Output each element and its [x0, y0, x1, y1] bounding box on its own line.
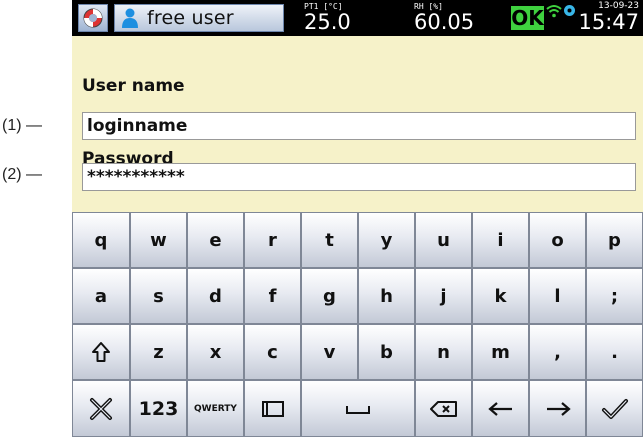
password-input[interactable]: ***********	[82, 163, 636, 191]
device-screen: free user PT1 [°C] 25.0 RH [%] 60.05 OK …	[72, 0, 643, 437]
rh-readout: RH [%] 60.05	[414, 2, 474, 33]
time-label: 15:47	[578, 10, 639, 34]
key-d[interactable]: d	[187, 268, 244, 324]
key-k[interactable]: k	[472, 268, 529, 324]
key-comma[interactable]: ,	[529, 324, 586, 380]
key-v[interactable]: v	[301, 324, 358, 380]
key-p[interactable]: p	[586, 212, 643, 268]
callout-2: (2) —	[2, 166, 42, 184]
arrow-right-icon	[546, 401, 571, 416]
shift-icon	[92, 342, 110, 362]
key-o[interactable]: o	[529, 212, 586, 268]
key-f[interactable]: f	[244, 268, 301, 324]
lifebuoy-icon	[83, 8, 103, 28]
gear-icon	[564, 5, 575, 16]
wifi-icon	[546, 5, 562, 18]
checkmark-icon	[601, 398, 628, 419]
username-input[interactable]: loginname	[82, 112, 636, 140]
arrow-left-icon	[487, 401, 512, 416]
key-period[interactable]: .	[586, 324, 643, 380]
layout-key[interactable]: QWERTY	[187, 380, 244, 437]
home-button[interactable]	[78, 4, 108, 32]
key-n[interactable]: n	[415, 324, 472, 380]
key-i[interactable]: i	[472, 212, 529, 268]
cursor-right-key[interactable]	[529, 380, 586, 437]
key-h[interactable]: h	[358, 268, 415, 324]
key-e[interactable]: e	[187, 212, 244, 268]
key-a[interactable]: a	[72, 268, 130, 324]
close-x-icon	[90, 397, 112, 420]
key-r[interactable]: r	[244, 212, 301, 268]
key-l[interactable]: l	[529, 268, 586, 324]
key-t[interactable]: t	[301, 212, 358, 268]
person-icon	[122, 8, 138, 28]
key-s[interactable]: s	[130, 268, 187, 324]
key-z[interactable]: z	[130, 324, 187, 380]
key-g[interactable]: g	[301, 268, 358, 324]
key-q[interactable]: q	[72, 212, 130, 268]
callout-1: (1) —	[2, 117, 42, 135]
username-label: User name	[82, 76, 185, 96]
shift-key[interactable]	[72, 324, 130, 380]
cancel-key[interactable]	[72, 380, 130, 437]
box-key[interactable]	[244, 380, 301, 437]
rectangle-icon	[261, 400, 284, 417]
status-ok-badge: OK	[511, 6, 544, 30]
user-button[interactable]: free user	[114, 4, 284, 32]
key-x[interactable]: x	[187, 324, 244, 380]
date-time: 13-09-23 15:47	[578, 1, 639, 34]
callout-1-text: (1) —	[2, 117, 42, 134]
backspace-icon	[429, 400, 457, 417]
pt1-value: 25.0	[304, 10, 351, 34]
key-m[interactable]: m	[472, 324, 529, 380]
onscreen-keyboard: q w e r t y u i o p a s d f g h j k l ; …	[72, 212, 643, 437]
cursor-left-key[interactable]	[472, 380, 529, 437]
backspace-key[interactable]	[415, 380, 472, 437]
numbers-key[interactable]: 123	[130, 380, 187, 437]
key-u[interactable]: u	[415, 212, 472, 268]
space-icon	[346, 405, 370, 414]
key-y[interactable]: y	[358, 212, 415, 268]
key-w[interactable]: w	[130, 212, 187, 268]
user-label: free user	[147, 7, 234, 29]
key-j[interactable]: j	[415, 268, 472, 324]
key-b[interactable]: b	[358, 324, 415, 380]
status-bar: free user PT1 [°C] 25.0 RH [%] 60.05 OK …	[72, 0, 643, 36]
space-key[interactable]	[301, 380, 415, 437]
callout-2-text: (2) —	[2, 166, 42, 183]
key-c[interactable]: c	[244, 324, 301, 380]
enter-key[interactable]	[586, 380, 643, 437]
key-semicolon[interactable]: ;	[586, 268, 643, 324]
pt1-readout: PT1 [°C] 25.0	[304, 2, 351, 33]
rh-value: 60.05	[414, 10, 475, 34]
